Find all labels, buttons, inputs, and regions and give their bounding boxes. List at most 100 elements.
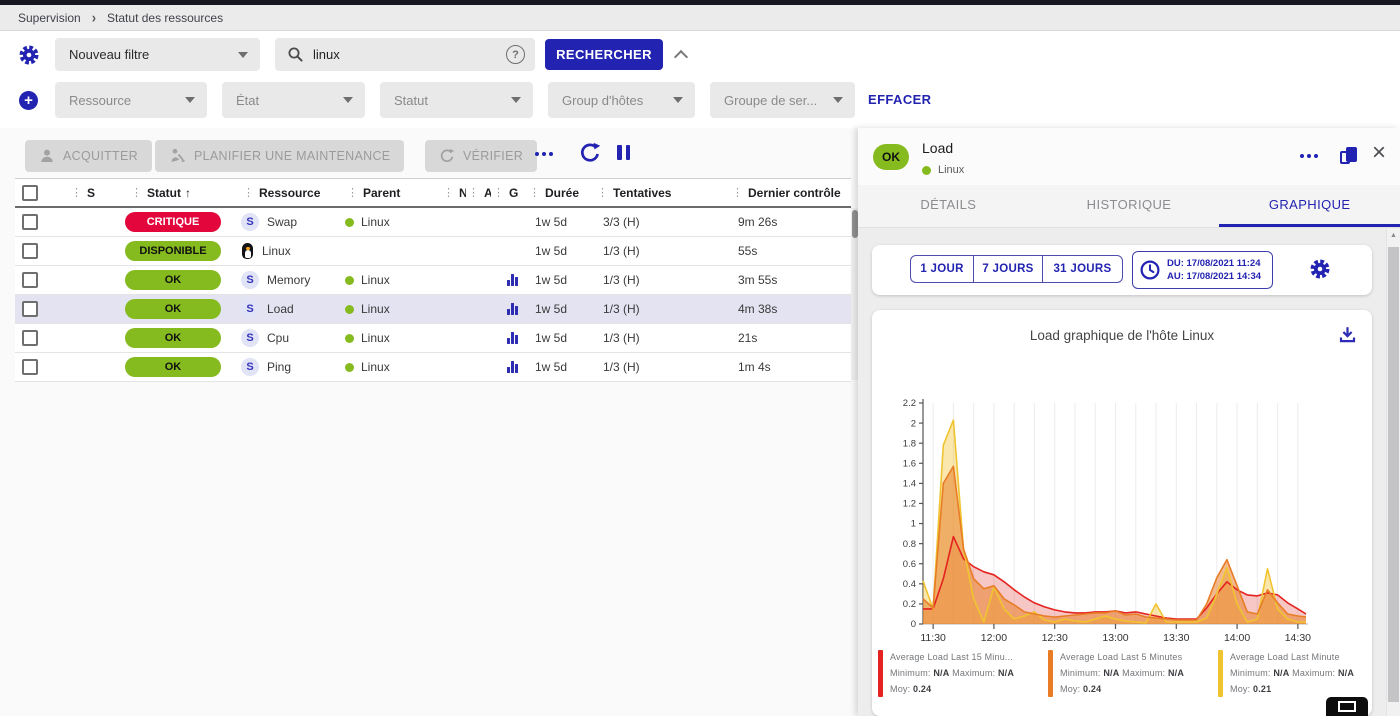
table-row-load[interactable]: OKSLoadLinux1w 5d1/3 (H)4m 38s xyxy=(15,295,851,324)
select-all-checkbox[interactable] xyxy=(22,185,38,201)
column-header-g[interactable]: ⋮G xyxy=(491,179,521,206)
drag-handle-icon[interactable]: ⋮ xyxy=(529,186,540,199)
resource-name[interactable]: Linux xyxy=(262,244,291,258)
column-header-ressource[interactable]: ⋮Ressource xyxy=(235,179,339,206)
svg-text:0: 0 xyxy=(911,619,916,630)
drag-handle-icon[interactable]: ⋮ xyxy=(71,186,82,199)
column-header-s[interactable]: ⋮S xyxy=(59,179,123,206)
row-checkbox[interactable] xyxy=(22,330,38,346)
acknowledge-button[interactable]: ACQUITTER xyxy=(25,140,152,172)
last-check-cell: 55s xyxy=(724,237,851,265)
row-checkbox[interactable] xyxy=(22,301,38,317)
graph-available-icon[interactable] xyxy=(507,332,518,344)
parent-status-dot xyxy=(345,276,354,285)
resource-name[interactable]: Swap xyxy=(267,215,297,229)
parent-cell xyxy=(339,237,441,265)
filter-select-tat[interactable]: État xyxy=(222,82,365,118)
tab-d-tails[interactable]: DÉTAILS xyxy=(858,185,1039,227)
range-button-1-jour[interactable]: 1 JOUR xyxy=(910,255,974,283)
column-header-parent[interactable]: ⋮Parent xyxy=(339,179,441,206)
filter-select-group-d-h-tes[interactable]: Group d'hôtes xyxy=(548,82,695,118)
parent-name[interactable]: Linux xyxy=(361,360,390,374)
search-button[interactable]: RECHERCHER xyxy=(545,39,663,70)
parent-name[interactable]: Linux xyxy=(361,302,390,316)
parent-name[interactable]: Linux xyxy=(361,273,390,287)
column-header-n[interactable]: ⋮N xyxy=(441,179,466,206)
table-row-cpu[interactable]: OKSCpuLinux1w 5d1/3 (H)21s xyxy=(15,324,851,353)
sort-asc-icon[interactable]: ↑ xyxy=(185,186,191,200)
drag-handle-icon[interactable]: ⋮ xyxy=(597,186,608,199)
resource-name[interactable]: Cpu xyxy=(267,331,289,345)
fullscreen-capture-icon[interactable] xyxy=(1326,697,1368,716)
tab-historique[interactable]: HISTORIQUE xyxy=(1039,185,1220,227)
resource-name[interactable]: Ping xyxy=(267,360,291,374)
column-header-statut[interactable]: ⋮ Statut ↑ xyxy=(123,179,235,206)
help-icon[interactable]: ? xyxy=(506,45,525,64)
clear-filters-button[interactable]: EFFACER xyxy=(868,92,931,107)
refresh-icon[interactable] xyxy=(579,142,601,164)
filter-select-label: Group d'hôtes xyxy=(562,93,673,108)
graph-available-icon[interactable] xyxy=(507,274,518,286)
breadcrumb-supervision[interactable]: Supervision xyxy=(18,11,81,25)
row-checkbox[interactable] xyxy=(22,272,38,288)
column-header-dernier-contr-le[interactable]: ⋮Dernier contrôle xyxy=(724,179,851,206)
resource-name[interactable]: Load xyxy=(267,302,294,316)
drag-handle-icon[interactable]: ⋮ xyxy=(493,186,504,199)
table-row-ping[interactable]: OKSPingLinux1w 5d1/3 (H)1m 4s xyxy=(15,353,851,382)
drag-handle-icon[interactable]: ⋮ xyxy=(243,186,254,199)
parent-name[interactable]: Linux xyxy=(361,215,390,229)
filter-select-statut[interactable]: Statut xyxy=(380,82,533,118)
graph-available-icon[interactable] xyxy=(507,303,518,315)
graph-settings-gear-icon[interactable] xyxy=(1309,258,1331,280)
table-scrollbar[interactable] xyxy=(851,208,858,380)
column-header-tentatives[interactable]: ⋮Tentatives xyxy=(589,179,724,206)
status-cell: OK xyxy=(123,295,235,323)
filter-settings-gear-icon[interactable] xyxy=(18,44,40,66)
drag-handle-icon[interactable]: ⋮ xyxy=(732,186,743,199)
set-maintenance-button[interactable]: PLANIFIER UNE MAINTENANCE xyxy=(155,140,404,172)
column-header-a[interactable]: ⋮A xyxy=(466,179,491,206)
download-icon[interactable] xyxy=(1338,325,1357,344)
chevron-down-icon xyxy=(833,97,843,103)
scroll-up-arrow-icon[interactable]: ▲ xyxy=(1387,232,1400,239)
search-input[interactable] xyxy=(313,47,497,62)
row-checkbox[interactable] xyxy=(22,214,38,230)
panel-scrollbar[interactable]: ▲ xyxy=(1386,229,1400,716)
check-button[interactable]: VÉRIFIER xyxy=(425,140,537,172)
panel-more-icon[interactable] xyxy=(1298,154,1319,158)
time-range-card: 1 JOUR7 JOURS31 JOURS DU: 17/08/2021 11:… xyxy=(872,245,1372,295)
filter-select-label: Ressource xyxy=(69,93,185,108)
table-row-memory[interactable]: OKSMemoryLinux1w 5d1/3 (H)3m 55s xyxy=(15,266,851,295)
drag-handle-icon[interactable]: ⋮ xyxy=(443,186,454,199)
filter-select-ressource[interactable]: Ressource xyxy=(55,82,207,118)
column-label: Statut xyxy=(147,186,181,200)
detail-host-name: Linux xyxy=(938,164,964,176)
more-actions-icon[interactable] xyxy=(533,152,554,156)
custom-period-picker[interactable]: DU: 17/08/2021 11:24 AU: 17/08/2021 14:3… xyxy=(1132,251,1273,289)
row-checkbox-cell xyxy=(15,208,59,236)
close-icon[interactable]: × xyxy=(1372,141,1386,165)
row-checkbox[interactable] xyxy=(22,243,38,259)
column-header-dur-e[interactable]: ⋮Durée xyxy=(521,179,589,206)
resource-name[interactable]: Memory xyxy=(267,273,310,287)
range-button-31-jours[interactable]: 31 JOURS xyxy=(1042,255,1123,283)
last-check-cell: 3m 55s xyxy=(724,266,851,294)
copy-link-icon[interactable] xyxy=(1340,147,1358,167)
drag-handle-icon[interactable]: ⋮ xyxy=(347,186,358,199)
filter-select-groupe-de-ser[interactable]: Groupe de ser... xyxy=(710,82,855,118)
filter-preset-select[interactable]: Nouveau filtre xyxy=(55,38,260,71)
panel-scrollbar-thumb[interactable] xyxy=(1388,247,1399,702)
pause-icon[interactable] xyxy=(617,145,630,160)
tab-graphique[interactable]: GRAPHIQUE xyxy=(1219,185,1400,227)
range-button-7-jours[interactable]: 7 JOURS xyxy=(973,255,1043,283)
parent-name[interactable]: Linux xyxy=(361,331,390,345)
table-row-linux[interactable]: DISPONIBLELinux1w 5d1/3 (H)55s xyxy=(15,237,851,266)
ack-cell xyxy=(466,324,491,352)
drag-handle-icon[interactable]: ⋮ xyxy=(131,186,142,199)
table-scrollbar-thumb[interactable] xyxy=(852,210,858,238)
row-checkbox[interactable] xyxy=(22,359,38,375)
table-row-swap[interactable]: CRITIQUESSwapLinux1w 5d3/3 (H)9m 26s xyxy=(15,208,851,237)
drag-handle-icon[interactable]: ⋮ xyxy=(468,186,479,199)
svg-text:12:00: 12:00 xyxy=(981,632,1007,644)
graph-available-icon[interactable] xyxy=(507,361,518,373)
